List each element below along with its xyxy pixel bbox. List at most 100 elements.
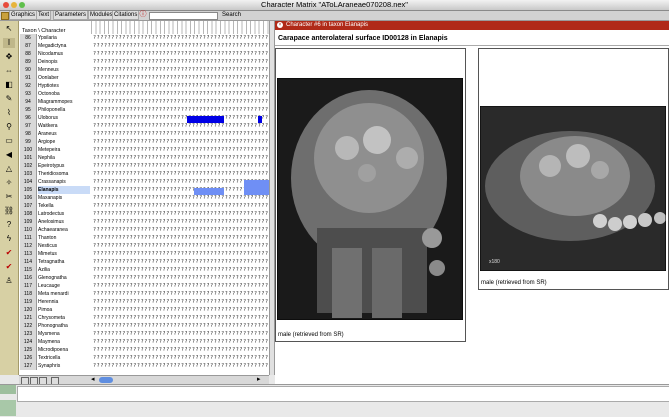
table-row[interactable]: 91 Oonlaber??????????????????????????????… (19, 74, 269, 82)
taxon-name[interactable]: Nesticus (38, 242, 90, 250)
table-row[interactable]: 124 Maymena??????????????????????????????… (19, 338, 269, 346)
taxon-name[interactable]: Argiope (38, 138, 90, 146)
highlighted-cells-block[interactable] (244, 180, 269, 195)
taxon-name[interactable]: Nephila (38, 154, 90, 162)
matrix-cells[interactable]: ????????????????????????????????????????… (93, 210, 269, 218)
lightning-tool-icon[interactable]: ϟ (3, 234, 15, 244)
table-row[interactable]: 114 Tetragnatha??????????????????????????… (19, 258, 269, 266)
matrix-cells[interactable]: ????????????????????????????????????????… (93, 178, 269, 186)
taxon-name[interactable]: Miagrammopes (38, 98, 90, 106)
matrix-cells[interactable]: ????????????????????????????????????????… (93, 130, 269, 138)
taxon-name[interactable]: Azilia (38, 266, 90, 274)
table-row[interactable]: 118 Meta menardi?????????????????????????… (19, 290, 269, 298)
marker-tool-icon[interactable]: ◀ (3, 150, 15, 160)
log-toggle-icon[interactable] (0, 385, 16, 394)
taxon-name[interactable]: Microdipoena (38, 346, 90, 354)
matrix-cells[interactable]: ????????????????????????????????????????… (93, 298, 269, 306)
character-column-header[interactable] (91, 21, 269, 34)
matrix-cells[interactable]: ????????????????????????????????????????… (93, 114, 269, 122)
pencil-tool-icon[interactable]: ✎ (3, 94, 15, 104)
matrix-cells[interactable]: ????????????????????????????????????????… (93, 82, 269, 90)
table-row[interactable]: 103 Theridiosoma?????????????????????????… (19, 170, 269, 178)
table-row[interactable]: 104 Crassanapis??????????????????????????… (19, 178, 269, 186)
matrix-cells[interactable]: ????????????????????????????????????????… (93, 266, 269, 274)
table-row[interactable]: 115 Azilia???????????????????????????????… (19, 266, 269, 274)
matrix-cells[interactable]: ????????????????????????????????????????… (93, 234, 269, 242)
matrix-cells[interactable]: ????????????????????????????????????????… (93, 282, 269, 290)
matrix-cells[interactable]: ????????????????????????????????????????… (93, 322, 269, 330)
arrow-tool-icon[interactable]: ↖ (3, 24, 15, 34)
fill-tool-icon[interactable]: ◧ (3, 80, 15, 90)
table-row[interactable]: 98 Araneus???????????????????????????????… (19, 130, 269, 138)
matrix-cells[interactable]: ????????????????????????????????????????… (93, 98, 269, 106)
matrix-cells[interactable]: ????????????????????????????????????????… (93, 146, 269, 154)
table-row[interactable]: 112 Nesticus?????????????????????????????… (19, 242, 269, 250)
table-row[interactable]: 95 Philoponella??????????????????????????… (19, 106, 269, 114)
table-row[interactable]: 96 Uloborus??????????????????????????????… (19, 114, 269, 122)
table-row[interactable]: 93 Octonoba??????????????????????????????… (19, 90, 269, 98)
taxon-name[interactable]: Oonlaber (38, 74, 90, 82)
matrix-cells[interactable]: ????????????????????????????????????????… (93, 202, 269, 210)
matrix-cells[interactable]: ????????????????????????????????????????… (93, 362, 269, 370)
move-tool-icon[interactable]: ✥ (3, 52, 15, 62)
matrix-cells[interactable]: ????????????????????????????????????????… (93, 58, 269, 66)
search-input[interactable] (149, 12, 218, 20)
table-row[interactable]: 102 Epeirotypus??????????????????????????… (19, 162, 269, 170)
table-row[interactable]: 97 Waitkera??????????????????????????????… (19, 122, 269, 130)
matrix-cells[interactable]: ????????????????????????????????????????… (93, 162, 269, 170)
resize-tool-icon[interactable]: ⇔ (3, 66, 15, 76)
matrix-cells[interactable]: ????????????????????????????????????????… (93, 154, 269, 162)
matrix-cells[interactable]: ????????????????????????????????????????… (93, 346, 269, 354)
taxon-name[interactable]: Maxanapis (38, 194, 90, 202)
matrix-cells[interactable]: ????????????????????????????????????????… (93, 90, 269, 98)
scroll-left-icon[interactable]: ◂ (91, 376, 97, 384)
taxon-name[interactable]: Chrysometa (38, 314, 90, 322)
taxon-name[interactable]: Leucauge (38, 282, 90, 290)
taxon-name[interactable]: Epeirotypus (38, 162, 90, 170)
info-icon[interactable]: ⓘ (139, 11, 147, 19)
table-row[interactable]: 106 Maxanapis????????????????????????????… (19, 194, 269, 202)
table-row[interactable]: 127 Synaphris????????????????????????????… (19, 362, 269, 370)
matrix-cells[interactable]: ????????????????????????????????????????… (93, 106, 269, 114)
taxon-name[interactable]: Tekella (38, 202, 90, 210)
chain-tool-icon[interactable]: ⛓ (3, 206, 15, 216)
dropper-tool-icon[interactable]: ⚲ (3, 122, 15, 132)
taxon-name[interactable]: Synaphris (38, 362, 90, 370)
matrix-cells[interactable]: ????????????????????????????????????????… (93, 170, 269, 178)
taxon-name[interactable]: Ypsilaria (38, 34, 90, 42)
table-row[interactable]: 86 Ypsilaria?????????????????????????????… (19, 34, 269, 42)
table-row[interactable]: 88 Nicodamus?????????????????????????????… (19, 50, 269, 58)
taxon-name[interactable]: Crassanapis (38, 178, 90, 186)
taxon-name[interactable]: Meta menardi (38, 290, 90, 298)
matrix-cells[interactable]: ????????????????????????????????????????… (93, 50, 269, 58)
table-row[interactable]: 123 Mysmena??????????????????????????????… (19, 330, 269, 338)
scissors-tool-icon[interactable]: ✂ (3, 192, 15, 202)
table-row[interactable]: 126 Textricella??????????????????????????… (19, 354, 269, 362)
table-row[interactable]: 116 Glenognatha??????????????????????????… (19, 274, 269, 282)
table-row[interactable]: 110 Achaearanea??????????????????????????… (19, 226, 269, 234)
taxon-name[interactable]: Octonoba (38, 90, 90, 98)
table-row[interactable]: 99 Argiope???????????????????????????????… (19, 138, 269, 146)
matrix-cells[interactable]: ????????????????????????????????????????… (93, 274, 269, 282)
table-row[interactable]: 108 Latrodectus??????????????????????????… (19, 210, 269, 218)
taxon-name[interactable]: Tetragnatha (38, 258, 90, 266)
taxon-name[interactable]: Glenognatha (38, 274, 90, 282)
taxon-name[interactable]: Hyptiotes (38, 82, 90, 90)
taxon-name[interactable]: Elanapis (38, 186, 90, 194)
table-row[interactable]: 119 Herennia?????????????????????????????… (19, 298, 269, 306)
scroll-right-icon[interactable]: ▸ (257, 376, 263, 384)
taxon-name[interactable]: Nicodamus (38, 50, 90, 58)
taxon-name[interactable]: Waitkera (38, 122, 90, 130)
table-row[interactable]: 89 Deinopis??????????????????????????????… (19, 58, 269, 66)
taxon-name[interactable]: Metepeira (38, 146, 90, 154)
matrix-cells[interactable]: ????????????????????????????????????????… (93, 338, 269, 346)
taxon-name[interactable]: Achaearanea (38, 226, 90, 234)
table-row[interactable]: 107 Tekella??????????????????????????????… (19, 202, 269, 210)
taxon-name[interactable]: Megadictyna (38, 42, 90, 50)
table-row[interactable]: 92 Hyptiotes?????????????????????????????… (19, 82, 269, 90)
taxon-name[interactable]: Phonognatha (38, 322, 90, 330)
wand-tool-icon[interactable]: ✧ (3, 178, 15, 188)
taxon-name[interactable]: Textricella (38, 354, 90, 362)
matrix-cells[interactable]: ????????????????????????????????????????… (93, 138, 269, 146)
taxon-name[interactable]: Maymena (38, 338, 90, 346)
